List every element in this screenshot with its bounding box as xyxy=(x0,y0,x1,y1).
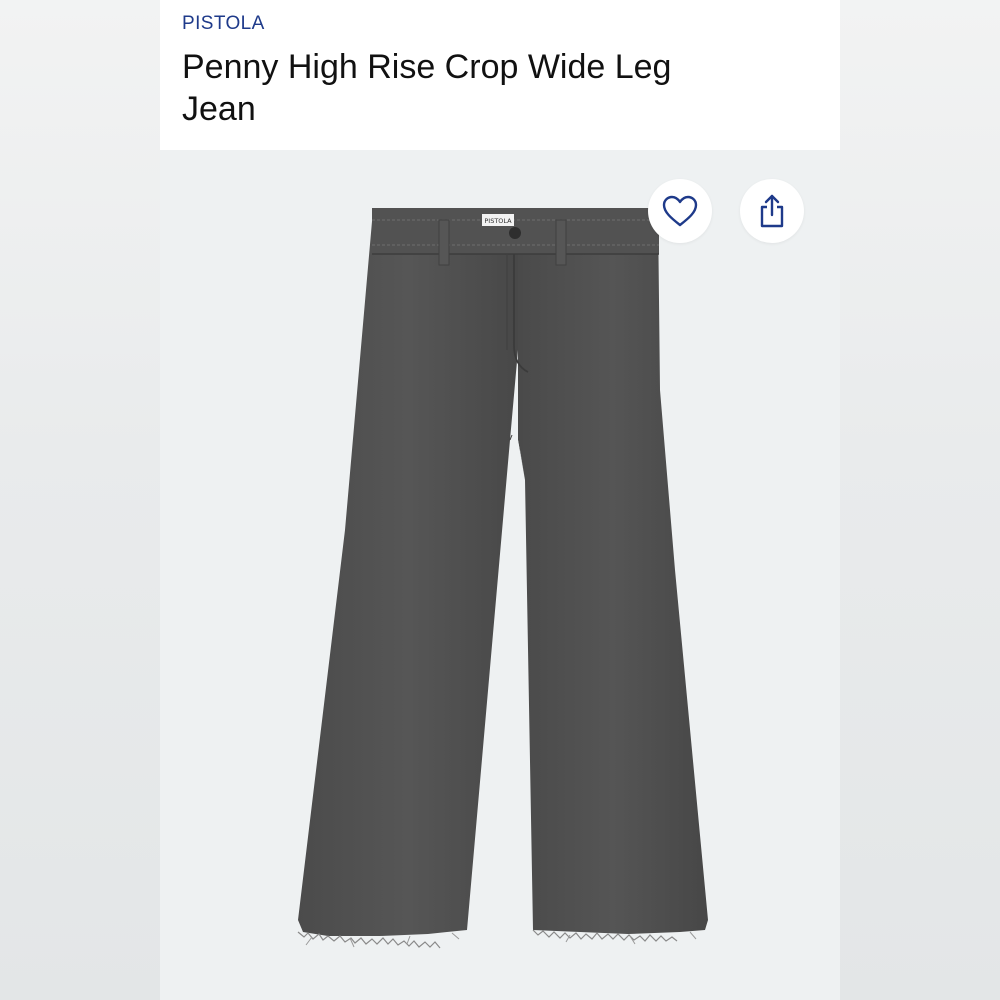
product-media: PISTOLA xyxy=(160,150,840,1000)
product-image: PISTOLA xyxy=(297,208,708,949)
background-blur-right xyxy=(840,0,1000,1000)
label-tag-text: PISTOLA xyxy=(484,217,512,225)
share-upload-icon xyxy=(760,194,784,228)
background-blur-left xyxy=(0,0,160,1000)
product-card: PISTOLA Penny High Rise Crop Wide Leg Je… xyxy=(160,0,840,1000)
jeans-illustration: PISTOLA xyxy=(297,208,708,949)
heart-outline-icon xyxy=(662,195,698,227)
like-button[interactable] xyxy=(648,179,712,243)
brand-name[interactable]: PISTOLA xyxy=(182,13,265,35)
share-button[interactable] xyxy=(740,179,804,243)
product-title: Penny High Rise Crop Wide Leg Jean xyxy=(182,48,672,128)
product-header: PISTOLA Penny High Rise Crop Wide Leg Je… xyxy=(160,0,840,150)
